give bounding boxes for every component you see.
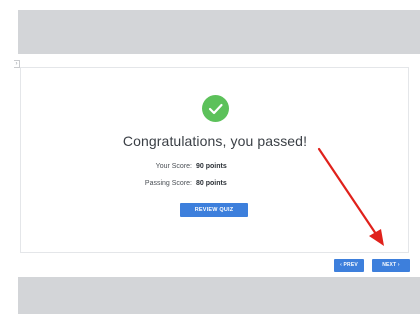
passing-score-value: 80 points	[196, 180, 227, 187]
next-button[interactable]: NEXT ›	[372, 259, 410, 272]
result-title: Congratulations, you passed!	[122, 133, 308, 149]
check-icon	[202, 95, 229, 122]
your-score-value: 90 points	[196, 163, 227, 170]
passing-score-label: Passing Score:	[144, 180, 192, 187]
screenshot-stage: › Congratulations, you passed! Your Scor…	[0, 0, 420, 314]
bottom-gray-band	[18, 277, 420, 314]
top-gray-band	[18, 10, 420, 54]
prev-button[interactable]: ‹ PREV	[334, 259, 364, 272]
review-quiz-button[interactable]: REVIEW QUIZ	[180, 203, 248, 217]
your-score-label: Your Score:	[155, 163, 192, 170]
